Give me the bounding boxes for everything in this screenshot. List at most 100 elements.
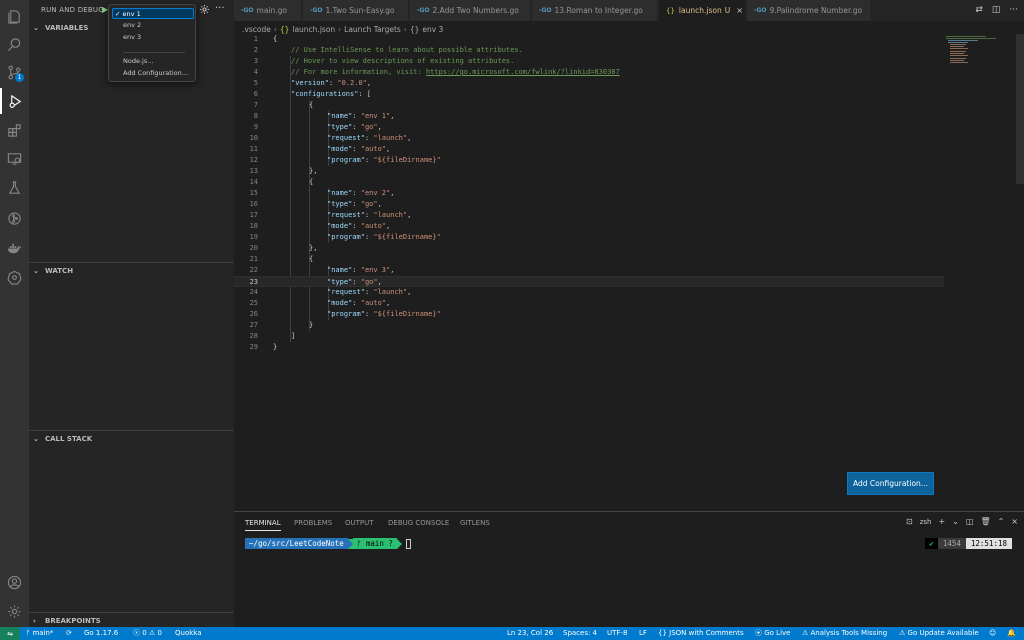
split-terminal-icon[interactable]: ◫ xyxy=(966,517,974,526)
section-call-stack-label: CALL STACK xyxy=(45,434,93,443)
tab-terminal[interactable]: TERMINAL xyxy=(245,519,281,531)
account-icon[interactable] xyxy=(0,569,29,595)
tab-add-two-numbers[interactable]: -GO 2.Add Two Numbers.go xyxy=(410,0,531,21)
code-line: 9 "type": "go", xyxy=(253,123,382,131)
feedback-icon[interactable]: ☺ xyxy=(989,627,996,640)
chevron-down-icon[interactable]: ⌄ xyxy=(952,517,959,526)
dropdown-option-env-3[interactable]: env 3 xyxy=(112,32,194,43)
section-watch[interactable]: ⌄ WATCH xyxy=(29,262,234,278)
tab-output[interactable]: OUTPUT xyxy=(345,519,374,527)
code-line: 25 "mode": "auto", xyxy=(249,299,391,307)
docker-icon[interactable] xyxy=(0,235,29,261)
code-line: 13}, xyxy=(249,167,318,175)
json-braces-icon: {} xyxy=(666,6,675,15)
section-breakpoints[interactable]: › BREAKPOINTS xyxy=(29,612,234,628)
more-actions-icon[interactable]: ··· xyxy=(215,3,225,14)
close-panel-icon[interactable]: × xyxy=(1011,517,1018,526)
chevron-right-icon: › xyxy=(403,24,407,34)
remote-explorer-icon[interactable] xyxy=(0,145,29,171)
compare-changes-icon[interactable]: ⇄ xyxy=(975,5,983,15)
code-line: 28] xyxy=(249,332,296,340)
breadcrumb-launch-targets[interactable]: Launch Targets xyxy=(344,25,401,34)
source-control-badge: 1 xyxy=(15,73,24,82)
extensions-icon[interactable] xyxy=(0,117,29,143)
gitlens-icon[interactable] xyxy=(0,205,29,231)
code-line: 20}, xyxy=(249,244,318,252)
remote-indicator-icon[interactable]: ⇋ xyxy=(0,627,20,640)
status-cursor-position[interactable]: Ln 23, Col 26 xyxy=(507,627,553,640)
section-call-stack[interactable]: ⌄ CALL STACK xyxy=(29,430,234,446)
tab-label: launch.json xyxy=(678,6,722,15)
breadcrumb-folder[interactable]: .vscode xyxy=(242,25,271,34)
chevron-right-icon: › xyxy=(338,24,342,34)
status-quokka[interactable]: Quokka xyxy=(175,627,202,640)
trash-icon[interactable]: 🗑 xyxy=(980,517,990,526)
tab-debug-console[interactable]: DEBUG CONSOLE xyxy=(388,519,449,527)
code-editor[interactable]: 1{ 2// Use IntelliSense to learn about p… xyxy=(234,34,1024,511)
code-line: 21{ xyxy=(249,255,314,263)
dropdown-option-label: env 1 xyxy=(122,10,141,18)
status-go-version[interactable]: Go 1.17.6 xyxy=(84,627,118,640)
breadcrumb-file[interactable]: launch.json xyxy=(292,25,335,34)
tab-launch-json[interactable]: {} launch.json U × xyxy=(659,0,746,21)
chevron-right-icon: › xyxy=(33,616,36,625)
terminal-prompt: ~/go/src/LeetCodeNote ᚠ main ? xyxy=(245,538,411,549)
add-configuration-button[interactable]: Add Configuration... xyxy=(847,472,934,495)
chevron-down-icon: ⌄ xyxy=(33,434,39,443)
status-encoding[interactable]: UTF-8 xyxy=(607,627,627,640)
section-watch-label: WATCH xyxy=(45,266,74,275)
code-line: 4// For more information, visit: https:/… xyxy=(253,68,620,76)
dropdown-option-env-2[interactable]: env 2 xyxy=(112,20,194,31)
editor-scrollbar[interactable] xyxy=(1016,34,1024,184)
json-braces-icon: {} xyxy=(279,24,290,34)
split-editor-icon[interactable]: ◫ xyxy=(992,5,1001,15)
dropdown-option-env-1[interactable]: ✓ env 1 xyxy=(112,8,194,19)
source-control-icon[interactable]: 1 xyxy=(0,59,29,85)
terminal-cursor[interactable] xyxy=(405,538,411,549)
tab-two-sum[interactable]: -GO 1.Two Sun-Easy.go xyxy=(303,0,409,21)
status-bar: ⇋ ᚠ main* ⟳ Go 1.17.6 ⓧ 0 ⚠ 0 Quokka Ln … xyxy=(0,627,1024,640)
status-go-live[interactable]: ⦿ Go Live xyxy=(755,627,790,640)
code-line: 12 "program": "${fileDirname}" xyxy=(249,156,441,164)
close-icon[interactable]: × xyxy=(736,6,743,15)
more-actions-icon[interactable]: ··· xyxy=(1009,5,1018,15)
go-file-icon: -GO xyxy=(754,7,767,14)
manage-gear-icon[interactable] xyxy=(0,598,29,624)
tab-palindrome-number[interactable]: -GO 9.Palindrome Number.go xyxy=(747,0,871,21)
testing-icon[interactable] xyxy=(0,174,29,200)
status-eol[interactable]: LF xyxy=(639,627,647,640)
docs-link[interactable]: https://go.microsoft.com/fwlink/?linkid=… xyxy=(426,68,620,76)
chevron-up-icon[interactable]: ⌃ xyxy=(998,517,1005,526)
bell-icon[interactable]: 🔔 xyxy=(1007,627,1016,640)
status-branch[interactable]: ᚠ main* xyxy=(26,627,53,640)
tab-label: 2.Add Two Numbers.go xyxy=(432,6,519,15)
dropdown-option-nodejs[interactable]: Node.js... xyxy=(112,56,194,67)
new-terminal-icon[interactable]: + xyxy=(938,517,945,526)
go-file-icon: -GO xyxy=(310,7,323,14)
open-launch-json-gear-icon[interactable] xyxy=(199,4,210,15)
run-debug-icon[interactable] xyxy=(0,88,29,114)
sidebar-title: RUN AND DEBUG xyxy=(41,6,104,14)
go-file-icon: -GO xyxy=(417,7,430,14)
tab-gitlens[interactable]: GITLENS xyxy=(460,519,490,527)
dropdown-option-add-configuration[interactable]: Add Configuration... xyxy=(112,68,194,79)
sync-icon[interactable]: ⟳ xyxy=(66,627,72,640)
minimap[interactable] xyxy=(944,34,1014,74)
status-analysis-tools[interactable]: ⚠ Analysis Tools Missing xyxy=(802,627,887,640)
code-line: 29} xyxy=(249,343,278,351)
tab-problems[interactable]: PROBLEMS xyxy=(294,519,332,527)
go-file-icon: -GO xyxy=(539,7,552,14)
status-language[interactable]: {} JSON with Comments xyxy=(658,627,744,640)
section-variables-label: VARIABLES xyxy=(45,24,89,32)
tab-main-go[interactable]: -GO main.go xyxy=(234,0,302,21)
kubernetes-icon[interactable] xyxy=(0,264,29,290)
search-icon[interactable] xyxy=(0,31,29,57)
terminal-shell-label[interactable]: zsh xyxy=(920,518,932,526)
tab-roman-to-integer[interactable]: -GO 13.Roman to Integer.go xyxy=(532,0,658,21)
code-line: 6 "configurations": [ xyxy=(253,90,372,98)
status-indentation[interactable]: Spaces: 4 xyxy=(563,627,597,640)
status-go-update[interactable]: ⚠ Go Update Available xyxy=(899,627,979,640)
explorer-icon[interactable] xyxy=(0,3,29,29)
breadcrumb-env[interactable]: env 3 xyxy=(422,25,443,34)
status-problems[interactable]: ⓧ 0 ⚠ 0 xyxy=(133,627,162,640)
